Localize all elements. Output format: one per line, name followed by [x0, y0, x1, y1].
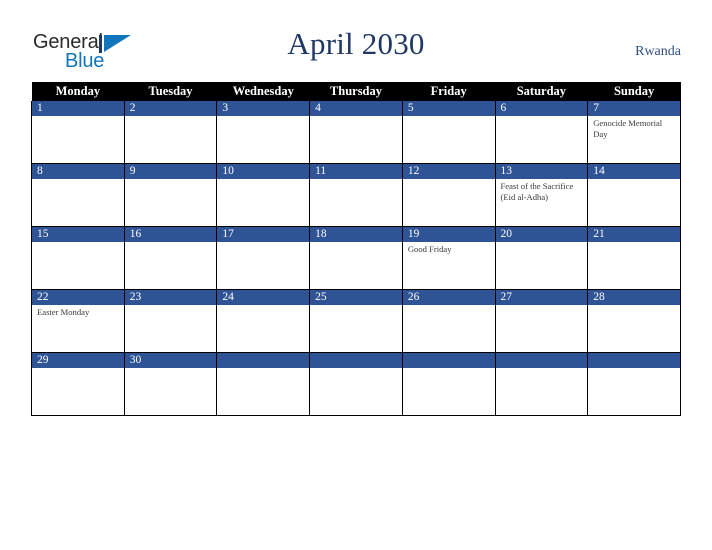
calendar-week-row: 1 2 3 4 5 6 7 Genocide Memorial Day — [31, 101, 681, 164]
day-number: 15 — [32, 227, 124, 242]
page-header: General Blue April 2030 Rwanda — [0, 0, 712, 82]
month-calendar: Monday Tuesday Wednesday Thursday Friday… — [31, 82, 681, 416]
calendar-day-cell[interactable]: 2 — [123, 101, 218, 164]
holiday-event: Good Friday — [407, 244, 452, 254]
calendar-day-cell-empty — [309, 352, 403, 416]
calendar-week-row: 15 16 17 18 19 Good Friday 20 21 — [31, 226, 681, 290]
calendar-day-cell[interactable]: 28 — [587, 289, 681, 353]
day-number: 26 — [402, 290, 495, 305]
day-number: 28 — [588, 290, 680, 305]
calendar-day-cell-empty — [494, 352, 589, 416]
day-events: Easter Monday — [32, 305, 124, 318]
day-number: 5 — [402, 101, 495, 116]
weekday-header-thursday: Thursday — [309, 82, 403, 101]
day-number: 8 — [32, 164, 124, 179]
day-number: 21 — [588, 227, 680, 242]
weekday-header-monday: Monday — [31, 82, 125, 101]
calendar-day-cell-empty — [216, 352, 311, 416]
day-number: 4 — [310, 101, 402, 116]
day-number — [495, 353, 588, 368]
holiday-event: Feast of the Sacrifice (Eid al-Adha) — [500, 181, 574, 202]
calendar-day-cell[interactable]: 18 — [309, 226, 403, 290]
calendar-day-cell[interactable]: 7 Genocide Memorial Day — [587, 101, 681, 164]
calendar-day-cell[interactable]: 11 — [309, 163, 403, 227]
day-number — [402, 353, 495, 368]
day-number — [217, 353, 310, 368]
calendar-day-cell[interactable]: 22 Easter Monday — [31, 289, 125, 353]
weekday-header-row: Monday Tuesday Wednesday Thursday Friday… — [31, 82, 681, 101]
calendar-day-cell[interactable]: 6 — [494, 101, 589, 164]
day-events: Feast of the Sacrifice (Eid al-Adha) — [496, 179, 588, 202]
day-number: 3 — [217, 101, 310, 116]
weekday-header-tuesday: Tuesday — [124, 82, 217, 101]
calendar-day-cell-empty — [401, 352, 496, 416]
day-number: 2 — [124, 101, 217, 116]
calendar-day-cell[interactable]: 30 — [123, 352, 218, 416]
calendar-day-cell[interactable]: 16 — [123, 226, 218, 290]
day-number: 10 — [217, 164, 310, 179]
calendar-day-cell[interactable]: 9 — [123, 163, 218, 227]
day-number: 29 — [32, 353, 124, 368]
day-number: 25 — [310, 290, 402, 305]
day-number: 17 — [217, 227, 310, 242]
calendar-day-cell[interactable]: 29 — [31, 352, 125, 416]
calendar-week-row: 22 Easter Monday 23 24 25 26 27 28 — [31, 289, 681, 353]
weekday-header-saturday: Saturday — [495, 82, 588, 101]
calendar-day-cell[interactable]: 5 — [401, 101, 496, 164]
weekday-header-wednesday: Wednesday — [216, 82, 310, 101]
calendar-day-cell[interactable]: 15 — [31, 226, 125, 290]
holiday-event: Genocide Memorial Day — [593, 118, 663, 139]
day-number: 23 — [124, 290, 217, 305]
calendar-day-cell[interactable]: 1 — [31, 101, 125, 164]
weekday-header-sunday: Sunday — [587, 82, 681, 101]
calendar-week-row: 8 9 10 11 12 13 Feast of the Sacrifice (Eid al… — [31, 163, 681, 227]
calendar-day-cell[interactable]: 23 — [123, 289, 218, 353]
calendar-day-cell[interactable]: 20 — [494, 226, 589, 290]
calendar-day-cell[interactable]: 4 — [309, 101, 403, 164]
calendar-day-cell[interactable]: 27 — [494, 289, 589, 353]
calendar-page: General Blue April 2030 Rwanda Monday Tu… — [0, 0, 712, 550]
day-number: 19 — [402, 227, 495, 242]
page-title: April 2030 — [287, 26, 425, 61]
calendar-body: 1 2 3 4 5 6 7 Genocide Memorial Day 8 9 10 11 12 13 Fe… — [31, 101, 681, 416]
calendar-day-cell-empty — [587, 352, 681, 416]
day-number: 13 — [495, 164, 588, 179]
day-number: 1 — [32, 101, 124, 116]
day-number: 12 — [402, 164, 495, 179]
day-number: 27 — [495, 290, 588, 305]
calendar-day-cell[interactable]: 21 — [587, 226, 681, 290]
calendar-day-cell[interactable]: 10 — [216, 163, 311, 227]
day-events: Good Friday — [403, 242, 495, 255]
day-number: 18 — [310, 227, 402, 242]
weekday-header-friday: Friday — [402, 82, 496, 101]
calendar-day-cell[interactable]: 17 — [216, 226, 311, 290]
day-number: 9 — [124, 164, 217, 179]
calendar-day-cell[interactable]: 26 — [401, 289, 496, 353]
day-number — [310, 353, 402, 368]
day-number — [588, 353, 680, 368]
day-number: 30 — [124, 353, 217, 368]
day-number: 7 — [588, 101, 680, 116]
calendar-week-row: 29 30 — [31, 352, 681, 416]
day-number: 20 — [495, 227, 588, 242]
country-label: Rwanda — [635, 44, 681, 59]
day-number: 11 — [310, 164, 402, 179]
calendar-day-cell[interactable]: 24 — [216, 289, 311, 353]
day-number: 14 — [588, 164, 680, 179]
calendar-day-cell[interactable]: 8 — [31, 163, 125, 227]
holiday-event: Easter Monday — [37, 307, 90, 317]
calendar-day-cell[interactable]: 3 — [216, 101, 311, 164]
day-events: Genocide Memorial Day — [588, 116, 680, 139]
day-number: 24 — [217, 290, 310, 305]
calendar-day-cell[interactable]: 14 — [587, 163, 681, 227]
calendar-day-cell[interactable]: 13 Feast of the Sacrifice (Eid al-Adha) — [494, 163, 589, 227]
day-number: 16 — [124, 227, 217, 242]
calendar-day-cell[interactable]: 12 — [401, 163, 496, 227]
day-number: 22 — [32, 290, 124, 305]
day-number: 6 — [495, 101, 588, 116]
calendar-day-cell[interactable]: 19 Good Friday — [401, 226, 496, 290]
calendar-day-cell[interactable]: 25 — [309, 289, 403, 353]
